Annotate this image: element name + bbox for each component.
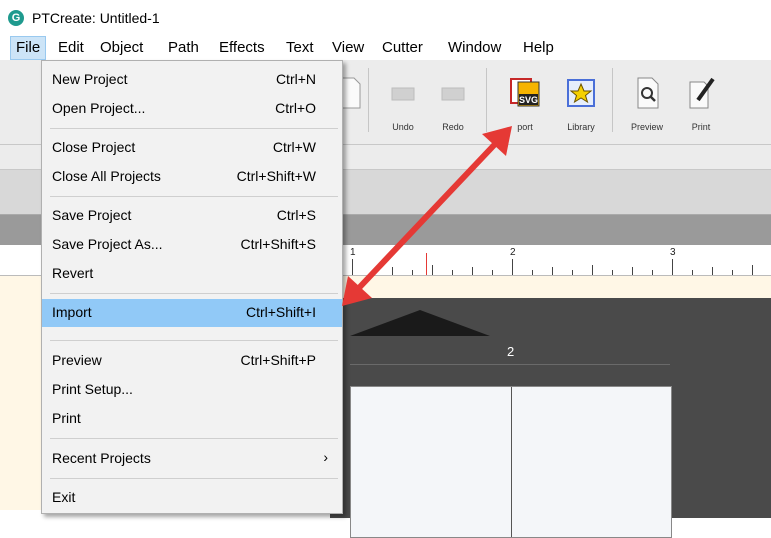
menu-item-shortcut: Ctrl+N <box>275 71 316 87</box>
menu-save-project[interactable]: Save Project Ctrl+S <box>42 202 342 230</box>
menu-item-label: Save Project As... <box>52 236 163 252</box>
ruler-cursor-marker <box>426 253 427 275</box>
menu-cutter[interactable]: Cutter <box>377 36 428 60</box>
menu-item-label: Close All Projects <box>52 168 161 184</box>
redo-icon <box>441 87 465 101</box>
menu-item-label: New Project <box>52 71 128 87</box>
pen-document-icon <box>689 77 715 109</box>
menu-file[interactable]: File <box>10 36 47 60</box>
title-bar: G PTCreate: Untitled-1 <box>0 0 771 36</box>
mat-ruler-label: 2 <box>507 344 515 359</box>
mat-ruler: 2 <box>330 344 680 382</box>
preview-button[interactable]: Preview <box>622 66 672 136</box>
menu-item-label: Recent Projects <box>52 450 151 466</box>
menu-revert[interactable]: Revert <box>42 260 342 288</box>
menu-separator <box>50 478 338 479</box>
menu-item-shortcut: Ctrl+Shift+I <box>245 304 316 320</box>
menu-item-label: Print <box>52 410 81 426</box>
menu-item-label: Save Project <box>52 207 132 223</box>
menu-text[interactable]: Text <box>281 36 319 60</box>
menu-item-label: Import <box>52 304 92 320</box>
library-button[interactable]: Library <box>556 66 606 136</box>
mat-top-triangle <box>350 310 490 336</box>
cutting-mat[interactable]: 2 <box>330 298 771 538</box>
svg-badge-text: SVG <box>519 95 538 105</box>
menu-item-label: Print Setup... <box>52 381 133 397</box>
menu-window[interactable]: Window <box>443 36 506 60</box>
menu-save-project-as[interactable]: Save Project As... Ctrl+Shift+S <box>42 231 342 259</box>
menu-bar: File Edit Object Path Effects Text View … <box>0 36 771 60</box>
menu-item-shortcut: Ctrl+W <box>272 139 316 155</box>
import-button[interactable]: SVG port <box>500 66 550 136</box>
menu-item-shortcut: Ctrl+Shift+P <box>240 352 316 368</box>
menu-separator <box>50 196 338 197</box>
menu-path[interactable]: Path <box>163 36 204 60</box>
preview-label: Preview <box>630 122 663 132</box>
menu-close-project[interactable]: Close Project Ctrl+W <box>42 134 342 162</box>
library-label: Library <box>567 122 595 132</box>
menu-item-shortcut: Ctrl+Shift+S <box>240 236 316 252</box>
menu-item-shortcut: Ctrl+Shift+W <box>236 168 316 184</box>
ruler-label-2: 2 <box>510 247 516 258</box>
menu-import[interactable]: Import Ctrl+Shift+I <box>42 299 342 327</box>
menu-edit[interactable]: Edit <box>53 36 89 60</box>
menu-close-all-projects[interactable]: Close All Projects Ctrl+Shift+W <box>42 163 342 191</box>
import-label: port <box>517 122 533 132</box>
menu-object[interactable]: Object <box>95 36 148 60</box>
menu-item-shortcut: Ctrl+O <box>275 100 316 116</box>
menu-item-label: Revert <box>52 265 94 281</box>
redo-label: Redo <box>442 122 464 132</box>
menu-print[interactable]: Print <box>42 405 342 433</box>
svg-import-icon: SVG <box>510 78 540 107</box>
chevron-right-icon: › <box>323 449 328 465</box>
menu-item-shortcut: Ctrl+S <box>276 207 316 223</box>
library-star-icon <box>567 79 595 107</box>
menu-item-label: Open Project... <box>52 100 146 116</box>
menu-exit[interactable]: Exit <box>42 484 342 512</box>
menu-separator <box>50 438 338 439</box>
menu-preview[interactable]: Preview Ctrl+Shift+P <box>42 347 342 375</box>
paper-sheet <box>350 386 672 538</box>
menu-separator <box>50 340 338 341</box>
undo-icon <box>391 87 415 101</box>
menu-separator <box>50 293 338 294</box>
print-button[interactable]: Print <box>676 66 726 136</box>
menu-item-label: Close Project <box>52 139 136 155</box>
menu-view[interactable]: View <box>327 36 369 60</box>
menu-recent-projects[interactable]: Recent Projects › <box>42 445 342 473</box>
menu-item-label: Preview <box>52 352 102 368</box>
magnifier-document-icon <box>637 77 659 109</box>
menu-new-project[interactable]: New Project Ctrl+N <box>42 66 342 94</box>
ruler-label-3: 3 <box>670 247 676 258</box>
window-title: PTCreate: Untitled-1 <box>32 10 160 26</box>
redo-button[interactable]: Redo <box>428 66 478 136</box>
undo-label: Undo <box>392 122 414 132</box>
file-menu-dropdown: New Project Ctrl+N Open Project... Ctrl+… <box>41 60 343 514</box>
menu-item-label: Exit <box>52 489 76 505</box>
menu-help[interactable]: Help <box>518 36 559 60</box>
menu-separator <box>50 128 338 129</box>
undo-button[interactable]: Undo <box>378 66 428 136</box>
menu-open-project[interactable]: Open Project... Ctrl+O <box>42 95 342 123</box>
menu-print-setup[interactable]: Print Setup... <box>42 376 342 404</box>
app-logo-icon: G <box>8 10 24 26</box>
print-label: Print <box>691 122 711 132</box>
ruler-label-1: 1 <box>350 247 356 258</box>
menu-effects[interactable]: Effects <box>214 36 270 60</box>
